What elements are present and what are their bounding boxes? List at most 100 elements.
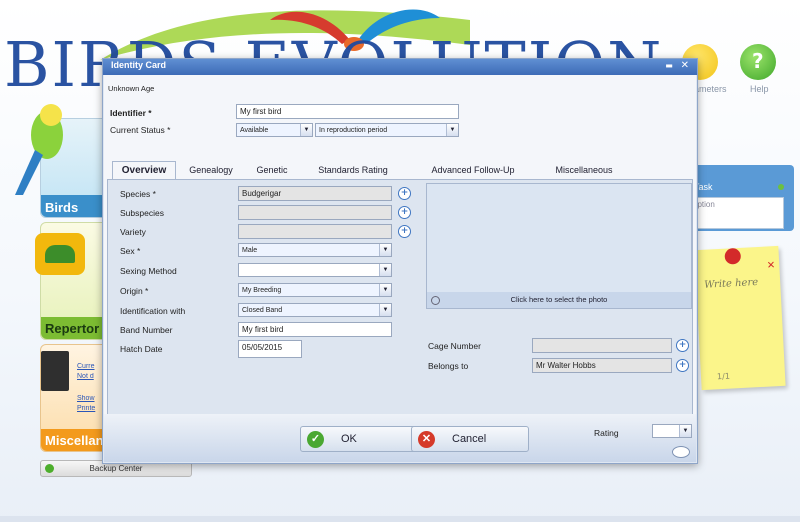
chevron-down-icon: ▼ bbox=[300, 124, 312, 136]
help-icon: ? bbox=[752, 49, 764, 73]
cage-number-label: Cage Number bbox=[428, 341, 481, 351]
ok-label: OK bbox=[341, 433, 357, 445]
subspecies-label: Subspecies bbox=[120, 208, 164, 218]
note-page: 1/1 bbox=[716, 371, 731, 382]
cancel-button[interactable]: ✕ Cancel bbox=[411, 426, 529, 452]
sex-value: Male bbox=[242, 247, 258, 254]
chevron-down-icon: ▼ bbox=[446, 124, 458, 136]
add-owner-icon[interactable]: + bbox=[676, 359, 689, 372]
sticky-note[interactable]: ✕ Write here 1/1 bbox=[694, 245, 786, 391]
hatch-date-field[interactable]: 05/05/2015 bbox=[238, 340, 302, 358]
subspecies-field[interactable] bbox=[238, 205, 392, 220]
misc-label: Miscellan bbox=[45, 433, 104, 448]
dialog-title: Identity Card bbox=[111, 60, 167, 70]
tab-advanced-follow-up[interactable]: Advanced Follow-Up bbox=[424, 161, 522, 179]
chevron-down-icon: ▼ bbox=[379, 284, 391, 296]
status-detail-select[interactable]: In reproduction period ▼ bbox=[315, 123, 459, 137]
tab-genetic[interactable]: Genetic bbox=[250, 161, 294, 179]
pin-icon bbox=[724, 247, 742, 265]
status-dot-icon bbox=[45, 464, 54, 473]
rating-select[interactable]: ▼ bbox=[652, 424, 692, 438]
check-icon: ✓ bbox=[307, 431, 324, 448]
sex-select[interactable]: Male ▼ bbox=[238, 243, 392, 257]
species-label: Species * bbox=[120, 189, 156, 199]
identifier-field[interactable]: My first bird bbox=[236, 104, 459, 119]
identification-value: Closed Band bbox=[242, 307, 283, 314]
identification-select[interactable]: Closed Band ▼ bbox=[238, 303, 392, 317]
band-number-label: Band Number bbox=[120, 325, 173, 335]
note-text[interactable]: Write here bbox=[704, 277, 758, 291]
tab-standards-rating[interactable]: Standards Rating bbox=[308, 161, 398, 179]
overview-panel: Species * Budgerigar + Subspecies + Vari… bbox=[107, 179, 693, 433]
status-detail-value: In reproduction period bbox=[319, 127, 388, 134]
tab-miscellaneous[interactable]: Miscellaneous bbox=[548, 161, 620, 179]
misc-link[interactable]: Not d bbox=[77, 373, 105, 380]
photo-area[interactable]: Click here to select the photo bbox=[426, 183, 692, 309]
magnifier-icon bbox=[431, 296, 440, 305]
tab-overview[interactable]: Overview bbox=[112, 161, 176, 179]
identity-card-dialog: Identity Card ▬ ✕ Unknown Age Identifier… bbox=[102, 58, 698, 464]
minimize-icon[interactable]: ▬ bbox=[665, 62, 673, 70]
sexing-method-select[interactable]: ▼ bbox=[238, 263, 392, 277]
status-select[interactable]: Available ▼ bbox=[236, 123, 313, 137]
miscellaneous-section[interactable]: Curre Not d Show Printe Miscellan bbox=[40, 344, 106, 452]
sex-label: Sex * bbox=[120, 246, 141, 256]
rating-label: Rating bbox=[594, 428, 619, 438]
age-label: Unknown Age bbox=[108, 84, 155, 93]
misc-link[interactable]: Show bbox=[77, 395, 105, 402]
task-indicator-icon bbox=[778, 184, 784, 190]
sexing-method-label: Sexing Method bbox=[120, 266, 177, 276]
status-value: Available bbox=[240, 127, 269, 134]
dialog-title-bar[interactable]: Identity Card ▬ ✕ bbox=[103, 59, 697, 75]
chevron-down-icon: ▼ bbox=[679, 425, 691, 437]
chevron-down-icon: ▼ bbox=[379, 244, 391, 256]
bottom-strip bbox=[0, 516, 800, 522]
identification-label: Identification with bbox=[120, 306, 186, 316]
close-icon[interactable]: ✕ bbox=[767, 260, 776, 271]
help-label: Help bbox=[750, 84, 769, 94]
tab-genealogy[interactable]: Genealogy bbox=[182, 161, 240, 179]
birds-section[interactable]: Birds bbox=[15, 104, 106, 218]
variety-label: Variety bbox=[120, 227, 146, 237]
belongs-to-label: Belongs to bbox=[428, 361, 469, 371]
misc-link[interactable]: Printe bbox=[77, 405, 105, 412]
identifier-label: Identifier * bbox=[110, 108, 152, 118]
parameters-label: ameters bbox=[694, 84, 727, 94]
origin-value: My Breeding bbox=[242, 287, 282, 294]
seed-bag-icon bbox=[41, 351, 69, 391]
photo-caption-bar[interactable]: Click here to select the photo bbox=[427, 292, 691, 308]
task-list[interactable]: ription bbox=[690, 197, 784, 229]
resize-grip-icon[interactable] bbox=[672, 446, 690, 458]
cancel-icon: ✕ bbox=[418, 431, 435, 448]
add-subspecies-icon[interactable]: + bbox=[398, 206, 411, 219]
dialog-body: Unknown Age Identifier * My first bird C… bbox=[104, 75, 696, 462]
cancel-label: Cancel bbox=[452, 433, 487, 445]
band-number-field[interactable]: My first bird bbox=[238, 322, 392, 337]
add-species-icon[interactable]: + bbox=[398, 187, 411, 200]
origin-select[interactable]: My Breeding ▼ bbox=[238, 283, 392, 297]
parrot-icon bbox=[15, 104, 63, 195]
task-panel: Task ription bbox=[690, 165, 794, 231]
current-status-label: Current Status * bbox=[110, 125, 171, 135]
add-cage-icon[interactable]: + bbox=[676, 339, 689, 352]
chevron-down-icon: ▼ bbox=[379, 304, 391, 316]
variety-field[interactable] bbox=[238, 224, 392, 239]
backup-center-label: Backup Center bbox=[89, 464, 143, 473]
repertory-icon bbox=[35, 233, 85, 275]
help-button[interactable]: ? bbox=[740, 44, 776, 80]
dialog-footer: ✓ OK ✕ Cancel Rating ▼ bbox=[104, 414, 696, 462]
species-field[interactable]: Budgerigar bbox=[238, 186, 392, 201]
add-variety-icon[interactable]: + bbox=[398, 225, 411, 238]
birds-label: Birds bbox=[45, 200, 79, 215]
repertory-label: Repertor bbox=[45, 321, 100, 336]
close-icon[interactable]: ✕ bbox=[681, 60, 689, 72]
misc-link[interactable]: Curre bbox=[77, 363, 105, 370]
ok-button[interactable]: ✓ OK bbox=[300, 426, 418, 452]
belongs-to-field[interactable]: Mr Walter Hobbs bbox=[532, 358, 672, 373]
repertory-section[interactable]: Repertor bbox=[35, 222, 106, 340]
chevron-down-icon: ▼ bbox=[379, 264, 391, 276]
hatch-date-label: Hatch Date bbox=[120, 344, 163, 354]
origin-label: Origin * bbox=[120, 286, 149, 296]
cage-number-field[interactable] bbox=[532, 338, 672, 353]
tab-bar: Overview Genealogy Genetic Standards Rat… bbox=[112, 161, 688, 179]
